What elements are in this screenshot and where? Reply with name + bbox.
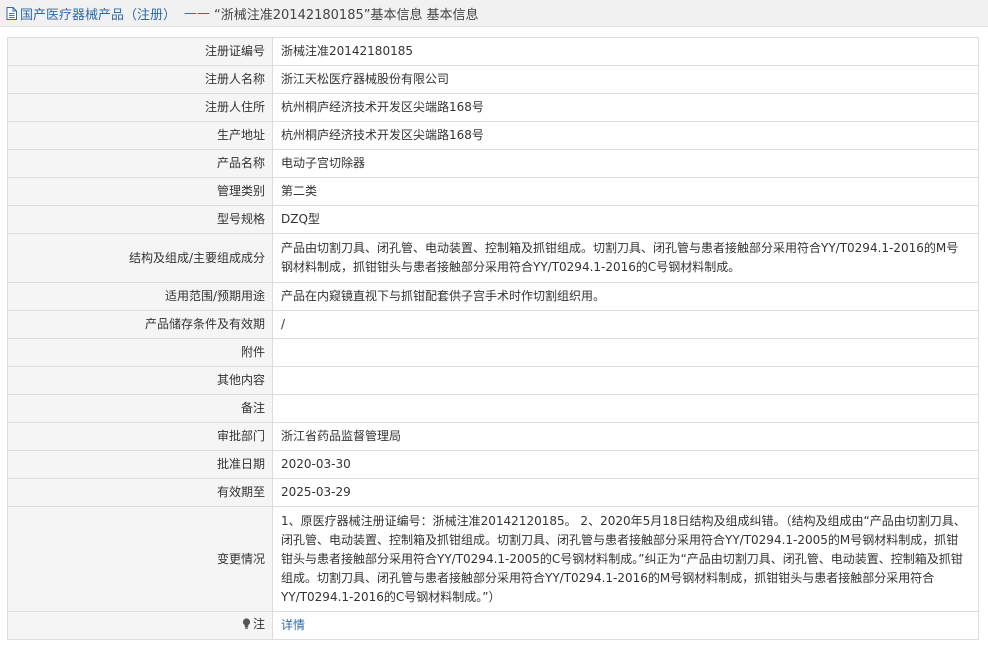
note-label-cell: 注 [7, 611, 273, 640]
page-title-bar: 国产医疗器械产品（注册） —— “浙械注准20142180185”基本信息 基本… [0, 0, 988, 27]
table-row: 适用范围/预期用途 产品在内窥镜直视下与抓钳配套供子宫手术时作切割组织用。 [7, 282, 979, 311]
table-row: 型号规格 DZQ型 [7, 205, 979, 234]
note-row: 注 详情 [7, 611, 979, 640]
table-row: 生产地址 杭州桐庐经济技术开发区尖端路168号 [7, 121, 979, 150]
product-title: “浙械注准20142180185”基本信息 [214, 7, 423, 23]
lightbulb-icon [242, 618, 251, 630]
table-row: 结构及组成/主要组成成分 产品由切割刀具、闭孔管、电动装置、控制箱及抓钳组成。切… [7, 233, 979, 283]
row-value: 杭州桐庐经济技术开发区尖端路168号 [272, 121, 979, 150]
row-label: 产品名称 [7, 149, 273, 178]
table-row: 产品名称 电动子宫切除器 [7, 149, 979, 178]
note-value-cell: 详情 [272, 611, 979, 640]
row-label: 产品储存条件及有效期 [7, 310, 273, 339]
row-label: 注册人名称 [7, 65, 273, 94]
row-value: 1、原医疗器械注册证编号：浙械注准20142120185。 2、2020年5月1… [272, 506, 979, 612]
table-row: 管理类别 第二类 [7, 177, 979, 206]
table-row: 备注 [7, 394, 979, 423]
row-label: 结构及组成/主要组成成分 [7, 233, 273, 283]
row-label: 生产地址 [7, 121, 273, 150]
row-value: 浙械注准20142180185 [272, 37, 979, 66]
row-label: 管理类别 [7, 177, 273, 206]
row-value: 第二类 [272, 177, 979, 206]
table-row: 有效期至 2025-03-29 [7, 478, 979, 507]
row-label: 型号规格 [7, 205, 273, 234]
row-value: DZQ型 [272, 205, 979, 234]
row-label: 备注 [7, 394, 273, 423]
row-value: 产品在内窥镜直视下与抓钳配套供子宫手术时作切割组织用。 [272, 282, 979, 311]
row-value: 2025-03-29 [272, 478, 979, 507]
document-icon [6, 6, 17, 20]
table-row: 审批部门 浙江省药品监督管理局 [7, 422, 979, 451]
table-row: 其他内容 [7, 366, 979, 395]
row-value: 2020-03-30 [272, 450, 979, 479]
row-value: 产品由切割刀具、闭孔管、电动装置、控制箱及抓钳组成。切割刀具、闭孔管与患者接触部… [272, 233, 979, 283]
page-category: 国产医疗器械产品（注册） [20, 7, 177, 23]
table-row: 产品储存条件及有效期 / [7, 310, 979, 339]
title-suffix: 基本信息 [426, 7, 479, 23]
note-label-text: 注 [252, 616, 265, 631]
row-label: 注册人住所 [7, 93, 273, 122]
row-label: 有效期至 [7, 478, 273, 507]
row-value: 杭州桐庐经济技术开发区尖端路168号 [272, 93, 979, 122]
row-value [272, 366, 979, 395]
table-row: 附件 [7, 338, 979, 367]
row-label: 批准日期 [7, 450, 273, 479]
table-row: 批准日期 2020-03-30 [7, 450, 979, 479]
row-value: / [272, 310, 979, 339]
row-value [272, 338, 979, 367]
title-separator: —— [184, 5, 211, 21]
detail-table-container: 注册证编号 浙械注准20142180185 注册人名称 浙江天松医疗器械股份有限… [7, 37, 979, 640]
row-value: 浙江省药品监督管理局 [272, 422, 979, 451]
table-row: 变更情况 1、原医疗器械注册证编号：浙械注准20142120185。 2、202… [7, 506, 979, 612]
table-row: 注册证编号 浙械注准20142180185 [7, 37, 979, 66]
row-value [272, 394, 979, 423]
row-label: 适用范围/预期用途 [7, 282, 273, 311]
detail-table-body: 注册证编号 浙械注准20142180185 注册人名称 浙江天松医疗器械股份有限… [7, 37, 979, 640]
table-row: 注册人住所 杭州桐庐经济技术开发区尖端路168号 [7, 93, 979, 122]
row-value: 浙江天松医疗器械股份有限公司 [272, 65, 979, 94]
row-label: 附件 [7, 338, 273, 367]
row-label: 变更情况 [7, 506, 273, 612]
note-label: 注 [242, 615, 265, 634]
detail-table: 注册证编号 浙械注准20142180185 注册人名称 浙江天松医疗器械股份有限… [7, 37, 979, 640]
details-link[interactable]: 详情 [281, 618, 305, 632]
row-label: 其他内容 [7, 366, 273, 395]
row-label: 审批部门 [7, 422, 273, 451]
table-row: 注册人名称 浙江天松医疗器械股份有限公司 [7, 65, 979, 94]
row-label: 注册证编号 [7, 37, 273, 66]
row-value: 电动子宫切除器 [272, 149, 979, 178]
